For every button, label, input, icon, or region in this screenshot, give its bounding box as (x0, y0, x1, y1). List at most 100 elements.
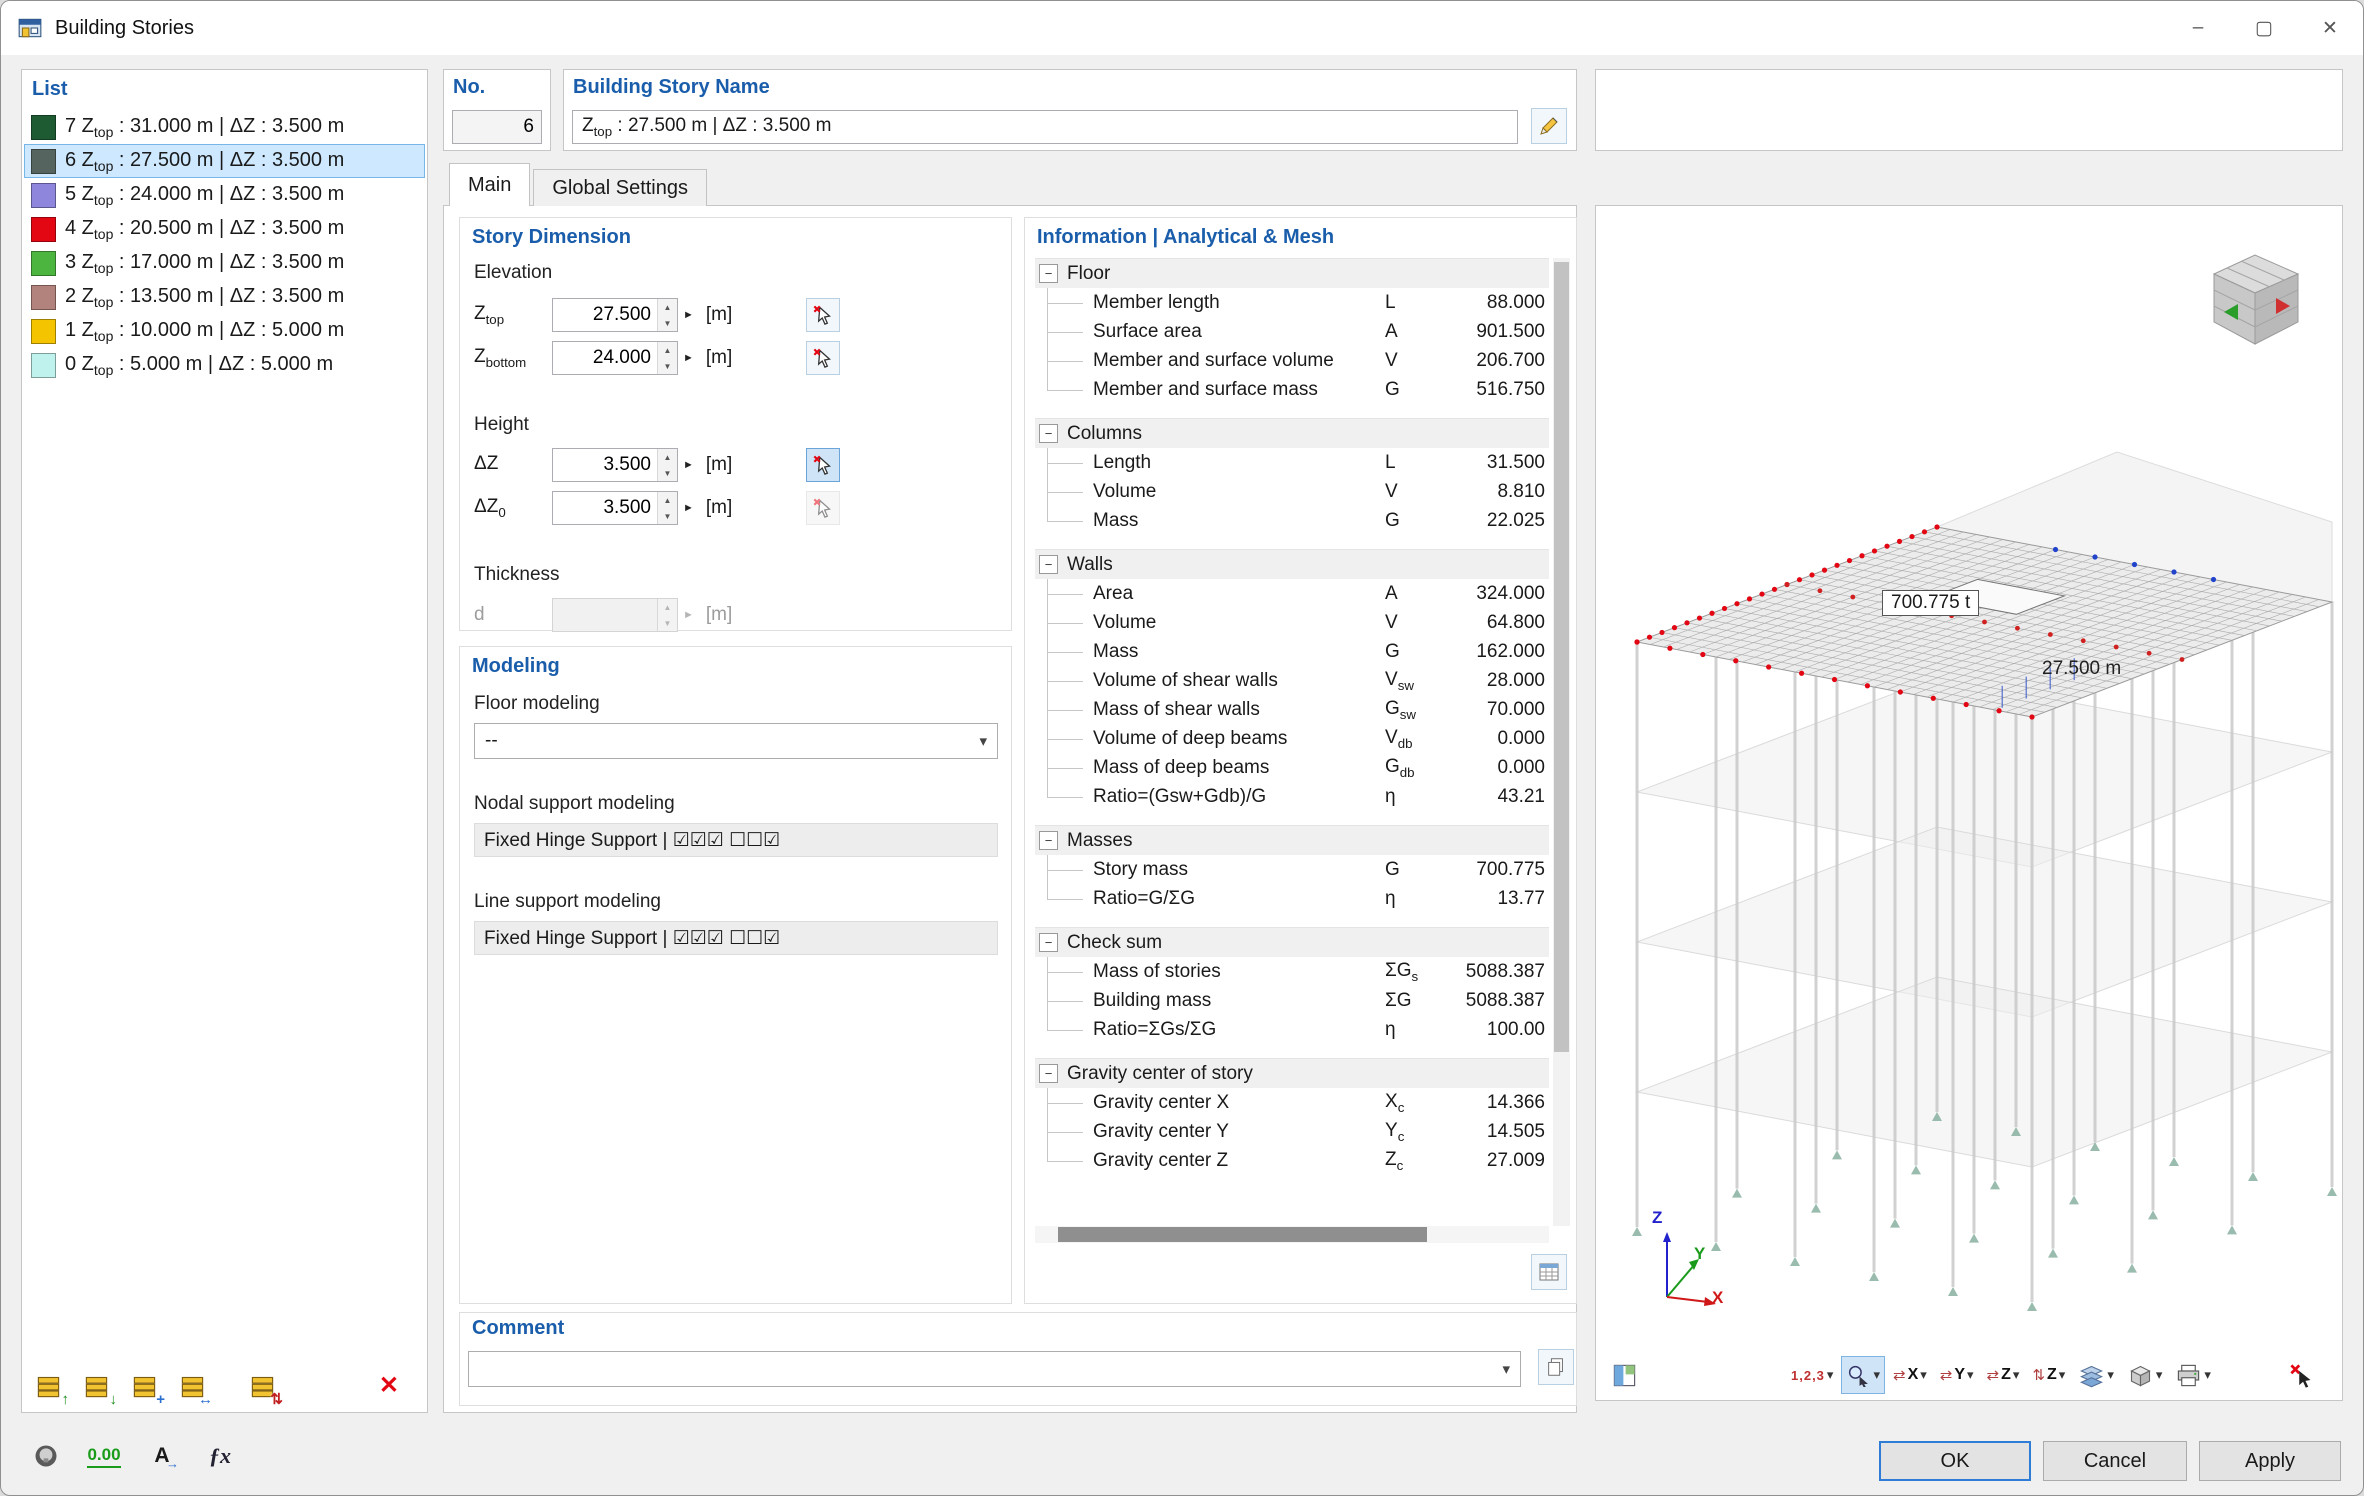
list-item-story-2[interactable]: 2 Ztop : 13.500 m | ΔZ : 3.500 m (24, 280, 425, 314)
list-item-story-5[interactable]: 5 Ztop : 24.000 m | ΔZ : 3.500 m (24, 178, 425, 212)
table-group-masses[interactable]: − Masses (1035, 825, 1549, 855)
collapse-icon[interactable]: − (1039, 1064, 1058, 1083)
table-row[interactable]: Mass G 162.000 (1035, 637, 1549, 666)
view-y-button[interactable]: ⇄ Y ▾ (1935, 1356, 1979, 1394)
delete-all-stories-button[interactable]: ✕ (379, 1371, 399, 1400)
horizontal-scrollbar[interactable] (1035, 1226, 1549, 1243)
table-row[interactable]: Volume of shear walls Vsw 28.000 (1035, 666, 1549, 695)
table-row[interactable]: Ratio=ΣGs/ΣG η 100.00 (1035, 1015, 1549, 1044)
spin-up-icon[interactable]: ▲ (658, 342, 677, 358)
table-row[interactable]: Surface area A 901.500 (1035, 317, 1549, 346)
pick-zbottom-button[interactable] (806, 341, 840, 375)
vertical-scrollbar-thumb[interactable] (1554, 262, 1569, 1052)
table-row[interactable]: Gravity center Y Yc 14.505 (1035, 1117, 1549, 1146)
view-z-button[interactable]: ⇄ Z ▾ (1982, 1356, 2025, 1394)
param-menu-icon[interactable]: ► (683, 502, 694, 514)
collapse-icon[interactable]: − (1039, 831, 1058, 850)
graphic-options-button[interactable] (1606, 1356, 1643, 1394)
table-row[interactable]: Volume V 8.810 (1035, 477, 1549, 506)
decimal-places-button[interactable]: 0.00 (83, 1435, 125, 1477)
pick-dz-button[interactable] (806, 448, 840, 482)
navigation-cube[interactable] (2194, 246, 2316, 356)
table-row[interactable]: Mass of stories ΣGs 5088.387 (1035, 957, 1549, 986)
collapse-icon[interactable]: − (1039, 264, 1058, 283)
spin-up-icon[interactable]: ▲ (658, 299, 677, 315)
close-button[interactable]: ✕ (2297, 1, 2363, 55)
print-button[interactable]: ▾ (2170, 1356, 2216, 1394)
clipping-box-button[interactable]: ▾ (2122, 1356, 2168, 1394)
list-item-story-7[interactable]: 7 Ztop : 31.000 m | ΔZ : 3.500 m (24, 110, 425, 144)
numbering-button[interactable]: 1,2,3 ▾ (1786, 1356, 1838, 1394)
table-group-floor[interactable]: − Floor (1035, 258, 1549, 288)
table-row[interactable]: Mass of shear walls Gsw 70.000 (1035, 695, 1549, 724)
param-menu-icon[interactable]: ► (683, 309, 694, 321)
rename-story-button[interactable] (1531, 108, 1567, 144)
formula-button[interactable]: ƒx (199, 1435, 241, 1477)
table-row[interactable]: Story mass G 700.775 (1035, 855, 1549, 884)
table-group-walls[interactable]: − Walls (1035, 549, 1549, 579)
minimize-button[interactable]: – (2165, 1, 2231, 55)
model-viewport[interactable]: 700.775 t 27.500 m Z Y X 1,2,3 ▾ ▾ ⇄ X ▾ ⇄ Y ▾ ⇄ Z… (1595, 205, 2343, 1401)
table-row[interactable]: Gravity center Z Zc 27.009 (1035, 1146, 1549, 1175)
table-row[interactable]: Volume V 64.800 (1035, 608, 1549, 637)
list-item-story-0[interactable]: 0 Ztop : 5.000 m | ΔZ : 5.000 m (24, 348, 425, 382)
param-menu-icon[interactable]: ► (683, 352, 694, 364)
table-group-gravity-center-of-story[interactable]: − Gravity center of story (1035, 1058, 1549, 1088)
spin-up-icon[interactable]: ▲ (658, 492, 677, 508)
table-row[interactable]: Member and surface volume V 206.700 (1035, 346, 1549, 375)
spin-up-icon[interactable]: ▲ (658, 449, 677, 465)
open-table-button[interactable] (1531, 1254, 1567, 1290)
pick-ztop-button[interactable] (806, 298, 840, 332)
table-row[interactable]: Mass of deep beams Gdb 0.000 (1035, 753, 1549, 782)
vertical-scrollbar[interactable] (1553, 258, 1570, 1226)
comment-input[interactable]: ▾ (468, 1351, 1521, 1387)
new-story-above-button[interactable]: ↑ (30, 1368, 69, 1408)
ok-button[interactable]: OK (1879, 1441, 2031, 1481)
floor-modeling-select[interactable]: -- ▾ (474, 723, 998, 759)
spin-down-icon[interactable]: ▼ (658, 358, 677, 374)
copy-comment-button[interactable] (1538, 1349, 1574, 1385)
insert-story-button[interactable]: + (126, 1368, 165, 1408)
table-row[interactable]: Ratio=(Gsw+Gdb)/G η 43.21 (1035, 782, 1549, 811)
tab-main[interactable]: Main (449, 163, 531, 206)
table-row[interactable]: Area A 324.000 (1035, 579, 1549, 608)
nodal-support-field[interactable]: Fixed Hinge Support | ☑☑☑ ☐☐☑ (474, 823, 998, 857)
table-row[interactable]: Mass G 22.025 (1035, 506, 1549, 535)
apply-button[interactable]: Apply (2199, 1441, 2341, 1481)
cancel-button[interactable]: Cancel (2043, 1441, 2187, 1481)
copy-story-button[interactable]: ↔ (174, 1368, 213, 1408)
view-x-button[interactable]: ⇄ X ▾ (1888, 1356, 1932, 1394)
spin-down-icon[interactable]: ▼ (658, 508, 677, 524)
display-layers-button[interactable]: ▾ (2073, 1356, 2119, 1394)
collapse-icon[interactable]: − (1039, 933, 1058, 952)
line-support-field[interactable]: Fixed Hinge Support | ☑☑☑ ☐☐☑ (474, 921, 998, 955)
tab-global-settings[interactable]: Global Settings (533, 169, 707, 206)
table-row[interactable]: Length L 31.500 (1035, 448, 1549, 477)
param-menu-icon[interactable]: ► (683, 459, 694, 471)
collapse-icon[interactable]: − (1039, 555, 1058, 574)
table-row[interactable]: Ratio=G/ΣG η 13.77 (1035, 884, 1549, 913)
table-row[interactable]: Member length L 88.000 (1035, 288, 1549, 317)
story-name-input[interactable]: Ztop : 27.500 m | ΔZ : 3.500 m (572, 110, 1518, 144)
list-item-story-1[interactable]: 1 Ztop : 10.000 m | ΔZ : 5.000 m (24, 314, 425, 348)
spin-down-icon[interactable]: ▼ (658, 315, 677, 331)
table-row[interactable]: Member and surface mass G 516.750 (1035, 375, 1549, 404)
spin-down-icon[interactable]: ▼ (658, 465, 677, 481)
cancel-selection-button[interactable] (2283, 1356, 2320, 1394)
collapse-icon[interactable]: − (1039, 424, 1058, 443)
table-row[interactable]: Building mass ΣG 5088.387 (1035, 986, 1549, 1015)
table-group-columns[interactable]: − Columns (1035, 418, 1549, 448)
list-item-story-4[interactable]: 4 Ztop : 20.500 m | ΔZ : 3.500 m (24, 212, 425, 246)
maximize-button[interactable]: ▢ (2231, 1, 2297, 55)
tips-button[interactable] (25, 1435, 67, 1477)
view-z-flip-button[interactable]: ⇅ Z ▾ (2027, 1356, 2070, 1394)
list-item-story-3[interactable]: 3 Ztop : 17.000 m | ΔZ : 3.500 m (24, 246, 425, 280)
list-item-story-6[interactable]: 6 Ztop : 27.500 m | ΔZ : 3.500 m (24, 144, 425, 178)
story-number-input[interactable] (452, 110, 542, 144)
new-story-below-button[interactable]: ↓ (78, 1368, 117, 1408)
table-row[interactable]: Volume of deep beams Vdb 0.000 (1035, 724, 1549, 753)
visibility-button[interactable]: ▾ (1841, 1356, 1885, 1394)
horizontal-scrollbar-thumb[interactable] (1058, 1227, 1427, 1242)
table-group-check-sum[interactable]: − Check sum (1035, 927, 1549, 957)
language-button[interactable]: A → (141, 1435, 183, 1477)
